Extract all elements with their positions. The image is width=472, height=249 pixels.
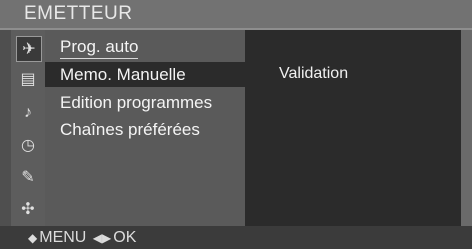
footer-hint-bar: ◆ MENU ◀▶ OK — [0, 226, 472, 249]
menu-item-chaines-preferees[interactable]: Chaînes préférées — [45, 117, 245, 142]
menu-item-label: Prog. auto — [60, 36, 139, 59]
audio-icon[interactable]: ♪ — [16, 101, 40, 125]
up-down-arrow-icon: ◆ — [28, 231, 38, 245]
setup-icon[interactable]: ✣ — [16, 197, 40, 221]
menu-item-label: Edition programmes — [60, 93, 213, 112]
menu-list: Prog. auto Memo. Manuelle Edition progra… — [45, 30, 245, 226]
left-right-arrow-icon: ◀▶ — [92, 231, 112, 245]
menu-title: EMETTEUR — [24, 3, 133, 24]
menu-hint-label: MENU — [39, 229, 87, 246]
osd-screen: EMETTEUR ✈ ▤ ♪ ◷ ✎ ✣ Prog. auto Memo. Ma… — [0, 0, 472, 249]
special-icon[interactable]: ✎ — [16, 165, 40, 189]
submenu-panel: Validation — [245, 30, 461, 226]
validation-option[interactable]: Validation — [279, 65, 348, 83]
category-icon-column: ✈ ▤ ♪ ◷ ✎ ✣ — [11, 30, 45, 226]
menu-item-label: Memo. Manuelle — [60, 65, 186, 84]
menu-item-memo-manuelle[interactable]: Memo. Manuelle — [45, 62, 245, 87]
panel-edge — [461, 30, 472, 226]
menu-item-prog-auto[interactable]: Prog. auto — [45, 36, 245, 61]
clock-icon[interactable]: ◷ — [16, 133, 40, 157]
picture-icon[interactable]: ▤ — [16, 67, 40, 91]
ok-hint-label: OK — [113, 229, 137, 246]
menu-item-label: Chaînes préférées — [60, 120, 200, 139]
menu-item-edition-programmes[interactable]: Edition programmes — [45, 90, 245, 115]
title-bar: EMETTEUR — [0, 0, 472, 30]
satellite-dish-icon[interactable]: ✈ — [16, 36, 42, 62]
navigation-hint: ◆ MENU ◀▶ OK — [26, 229, 136, 247]
